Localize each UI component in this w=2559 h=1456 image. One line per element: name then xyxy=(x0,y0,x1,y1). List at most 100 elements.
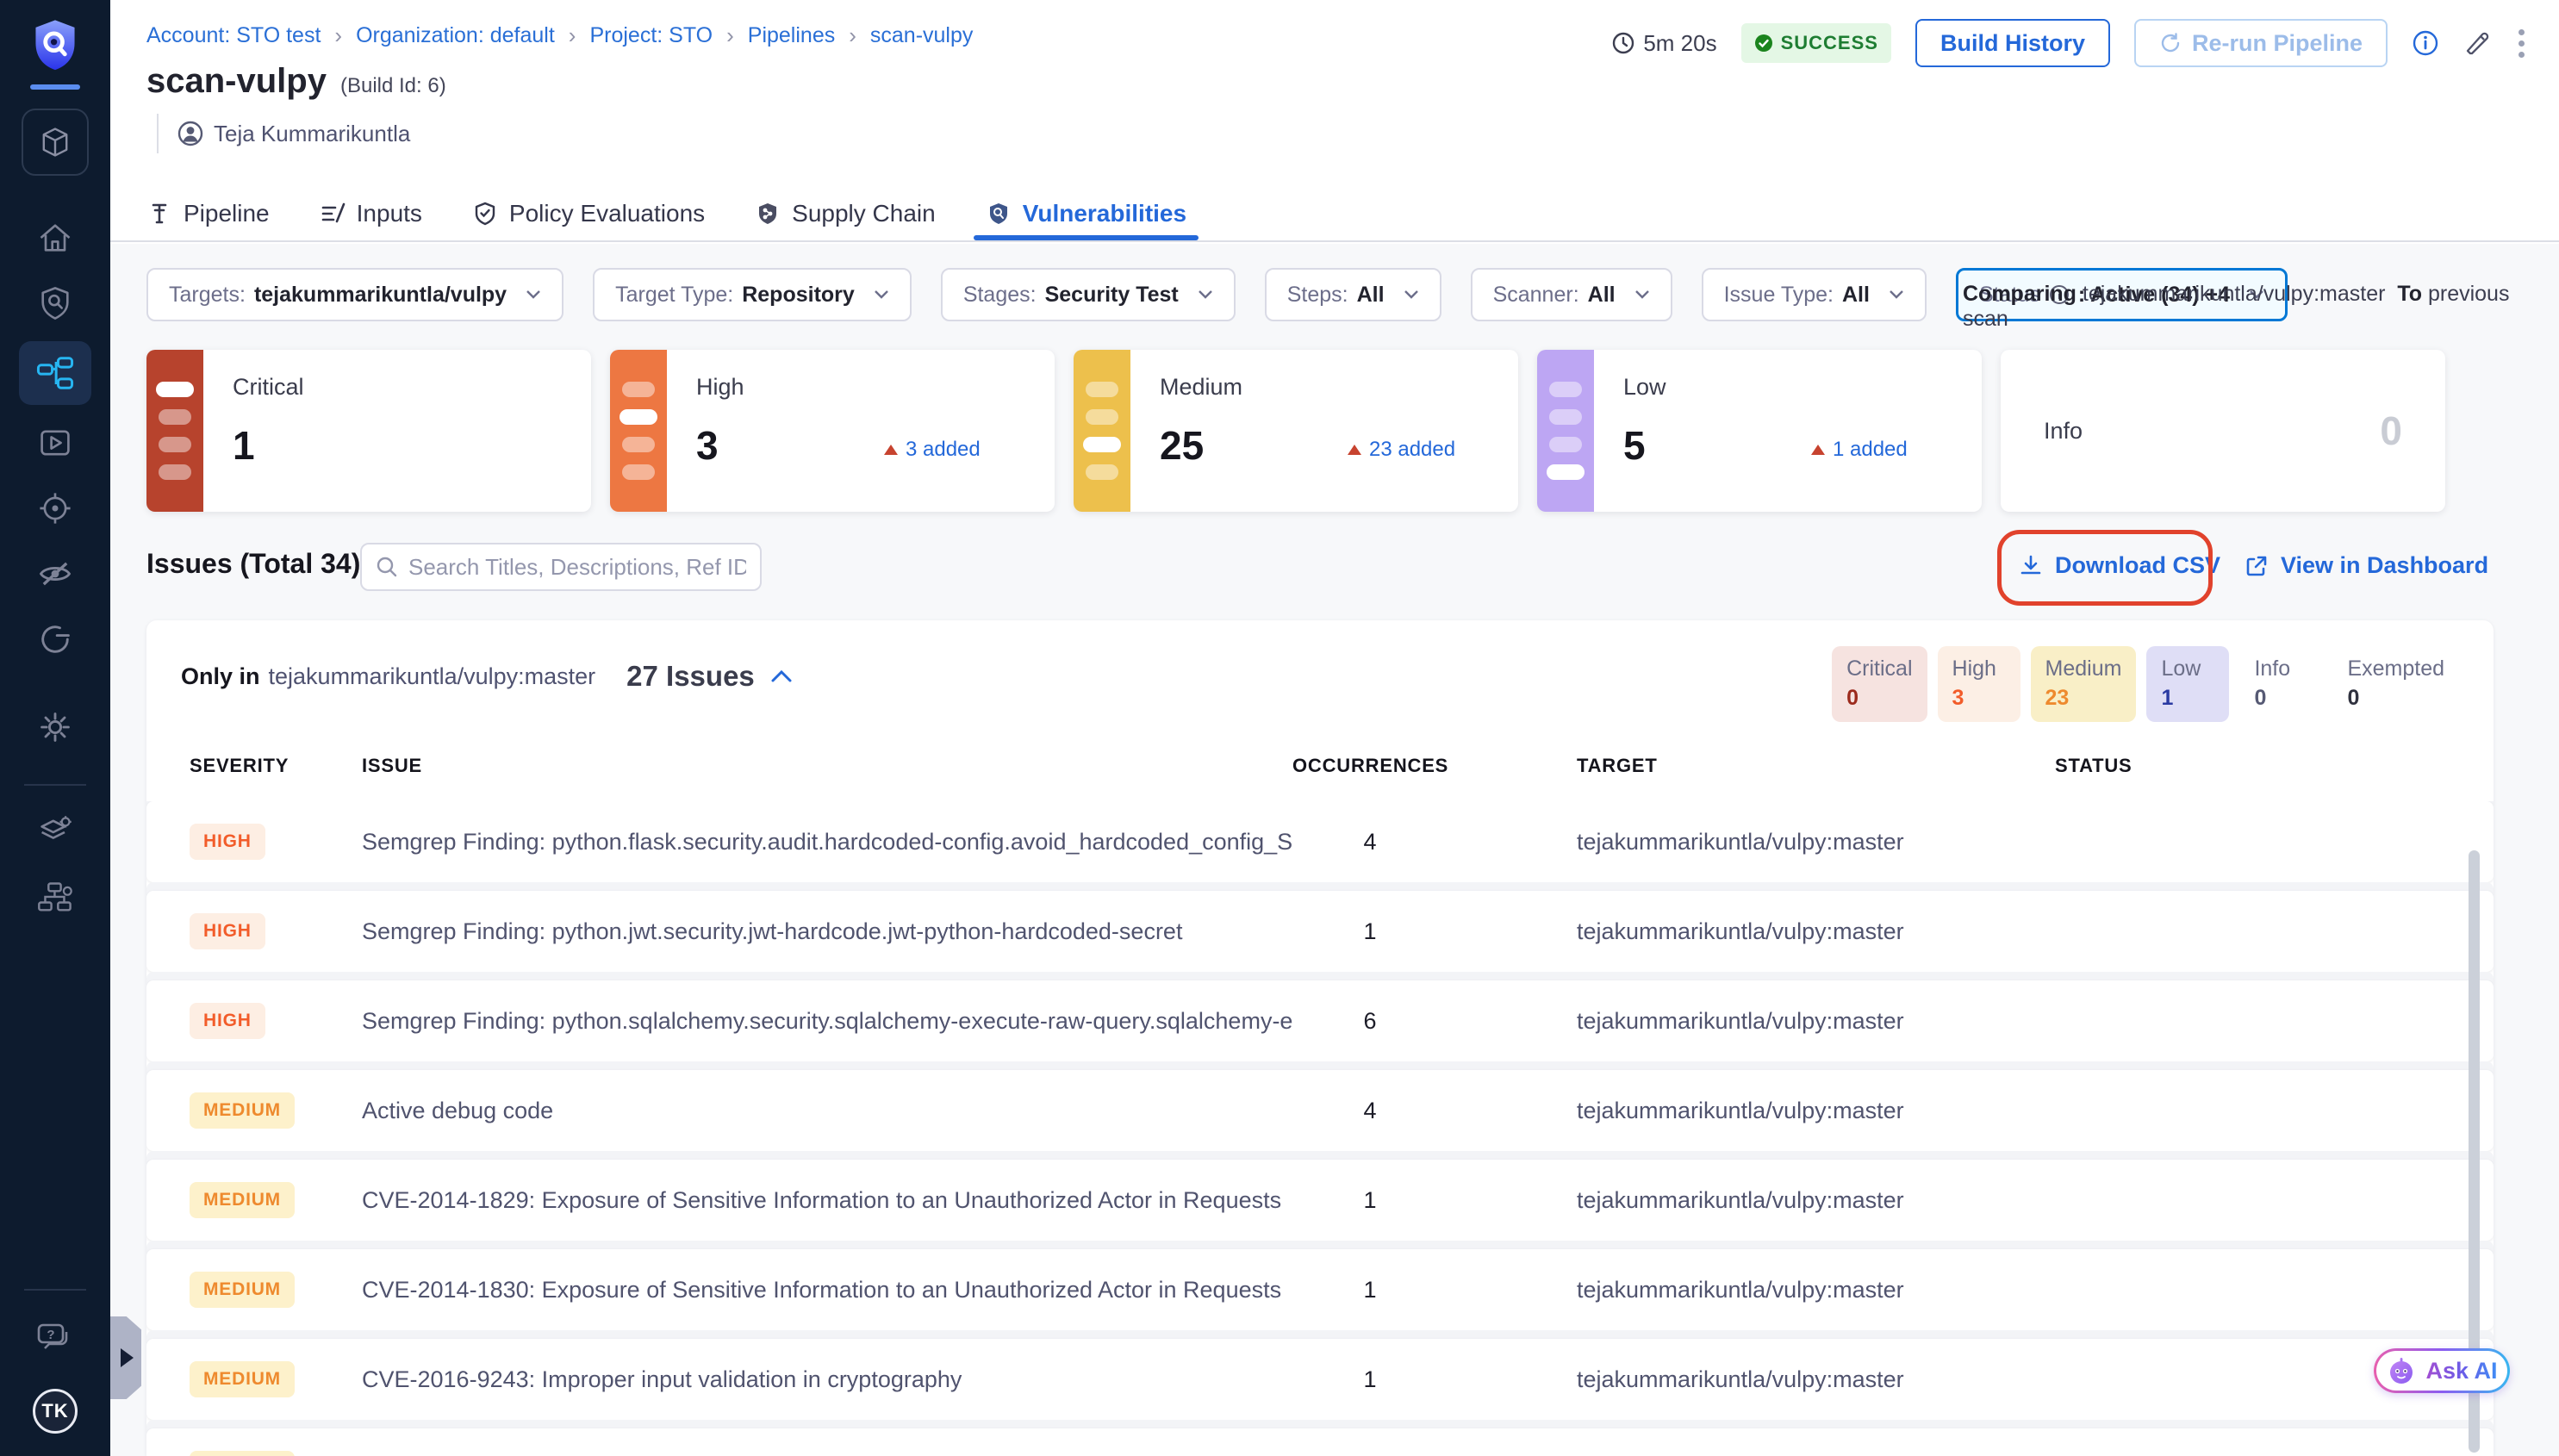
table-row[interactable]: HIGH Semgrep Finding: python.flask.secur… xyxy=(146,801,2494,882)
chip-low[interactable]: Low1 xyxy=(2146,646,2229,722)
search-input[interactable] xyxy=(408,554,746,581)
breadcrumb-pipelines[interactable]: Pipelines xyxy=(748,23,835,48)
issue-title[interactable]: Semgrep Finding: python.jwt.security.jwt… xyxy=(362,918,1292,945)
breadcrumb-account[interactable]: Account: STO test xyxy=(146,23,321,48)
severity-summary-chips: Critical0 High3 Medium23 Low1 Info0 Exem… xyxy=(1832,646,2459,722)
executions-icon xyxy=(36,424,74,462)
filter-stages[interactable]: Stages:Security Test xyxy=(941,268,1236,321)
help-chat-icon: ? xyxy=(35,1320,75,1354)
chevron-down-icon xyxy=(526,289,541,300)
table-row[interactable]: MEDIUM CVE-2017-11424: PyJWT: ... 1 teja… xyxy=(146,1428,2494,1456)
table-row[interactable]: MEDIUM CVE-2014-1830: Exposure of Sensit… xyxy=(146,1249,2494,1330)
issues-table-body: HIGH Semgrep Finding: python.flask.secur… xyxy=(146,801,2494,1456)
table-row[interactable]: MEDIUM CVE-2016-9243: Improper input val… xyxy=(146,1339,2494,1420)
chip-high[interactable]: High3 xyxy=(1938,646,2020,722)
issue-title[interactable]: Semgrep Finding: python.flask.security.a… xyxy=(362,829,1292,856)
sidebar-item-settings[interactable] xyxy=(19,700,91,755)
breadcrumb-organization[interactable]: Organization: default xyxy=(356,23,555,48)
module-selector-button[interactable] xyxy=(22,109,89,176)
tab-supply-chain[interactable]: Supply Chain xyxy=(755,187,936,240)
build-duration: 5m 20s xyxy=(1612,30,1716,57)
build-history-button[interactable]: Build History xyxy=(1915,19,2110,67)
issues-count: 27 Issues xyxy=(626,660,755,693)
harness-sto-logo[interactable] xyxy=(30,19,80,72)
sidebar-item-exemptions[interactable] xyxy=(19,612,91,667)
issue-title[interactable]: CVE-2014-1829: Exposure of Sensitive Inf… xyxy=(362,1187,1292,1214)
sidebar-item-pipelines[interactable] xyxy=(19,341,91,405)
layers-gear-icon xyxy=(36,813,74,851)
breadcrumb-project[interactable]: Project: STO xyxy=(589,23,713,48)
sidebar-expand-handle[interactable] xyxy=(110,1316,141,1399)
added-indicator: 1 added xyxy=(1811,438,1908,462)
triangle-up-icon xyxy=(884,445,898,455)
sidebar-item-baselines[interactable] xyxy=(19,546,91,601)
chip-info[interactable]: Info0 xyxy=(2239,646,2322,722)
filter-scanner[interactable]: Scanner:All xyxy=(1471,268,1672,321)
tab-vulnerabilities[interactable]: Vulnerabilities xyxy=(986,187,1186,240)
table-row[interactable]: HIGH Semgrep Finding: python.sqlalchemy.… xyxy=(146,980,2494,1061)
download-csv-button[interactable]: Download CSV xyxy=(2019,552,2220,579)
triangle-up-icon xyxy=(1811,445,1825,455)
target-icon xyxy=(36,489,74,527)
chip-exempted[interactable]: Exempted0 xyxy=(2332,646,2459,722)
chevron-down-icon xyxy=(1889,289,1904,300)
sidebar-item-org-settings[interactable] xyxy=(19,870,91,925)
occurrences: 4 xyxy=(1292,829,1448,856)
issue-title[interactable]: Semgrep Finding: python.sqlalchemy.secur… xyxy=(362,1008,1292,1035)
user-icon xyxy=(177,121,203,146)
sidebar-item-targets[interactable] xyxy=(19,481,91,536)
table-row[interactable]: MEDIUM Active debug code 4 tejakummariku… xyxy=(146,1070,2494,1151)
rerun-pipeline-button[interactable]: Re-run Pipeline xyxy=(2134,19,2388,67)
severity-badge: MEDIUM xyxy=(190,1182,295,1218)
severity-gauge-medium xyxy=(1074,350,1130,512)
issues-search[interactable] xyxy=(360,543,762,591)
sidebar-item-home[interactable] xyxy=(19,210,91,265)
user-avatar[interactable]: TK xyxy=(33,1389,78,1434)
table-row[interactable]: HIGH Semgrep Finding: python.jwt.securit… xyxy=(146,891,2494,972)
target: tejakummarikuntla/vulpy:master xyxy=(1448,918,1956,945)
chip-medium[interactable]: Medium23 xyxy=(2031,646,2137,722)
table-row[interactable]: MEDIUM CVE-2014-1829: Exposure of Sensit… xyxy=(146,1160,2494,1241)
comparing-info: Comparing tejakummarikuntla/vulpy:master… xyxy=(1963,282,2559,332)
info-icon[interactable] xyxy=(2412,29,2439,57)
tab-policy-evaluations[interactable]: Policy Evaluations xyxy=(472,187,705,240)
issue-title[interactable]: CVE-2014-1830: Exposure of Sensitive Inf… xyxy=(362,1277,1292,1304)
occurrences: 1 xyxy=(1292,1277,1448,1304)
home-icon xyxy=(36,219,74,257)
issue-title[interactable]: Active debug code xyxy=(362,1098,1292,1124)
view-in-dashboard-button[interactable]: View in Dashboard xyxy=(2245,552,2488,579)
filter-steps[interactable]: Steps:All xyxy=(1265,268,1441,321)
occurrences: 1 xyxy=(1292,1187,1448,1214)
card-info[interactable]: Info 0 xyxy=(2001,350,2445,512)
edit-pencil-icon[interactable] xyxy=(2463,29,2491,57)
chevron-down-icon xyxy=(1404,289,1419,300)
card-medium[interactable]: Medium 25 23 added xyxy=(1074,350,1518,512)
sidebar-item-executions[interactable] xyxy=(19,415,91,470)
ask-ai-button[interactable]: Ask AI xyxy=(2374,1348,2510,1393)
card-critical[interactable]: Critical 1 xyxy=(146,350,591,512)
build-id: (Build Id: 6) xyxy=(340,74,446,98)
issue-title[interactable]: CVE-2016-9243: Improper input validation… xyxy=(362,1366,1292,1393)
filter-issue-type[interactable]: Issue Type:All xyxy=(1702,268,1927,321)
status-badge: SUCCESS xyxy=(1741,23,1891,63)
chevron-down-icon xyxy=(874,289,889,300)
sidebar-item-help[interactable]: ? xyxy=(19,1310,91,1365)
pipelines-icon xyxy=(35,353,75,393)
chip-critical[interactable]: Critical0 xyxy=(1832,646,1927,722)
filter-targets[interactable]: Targets:tejakummarikuntla/vulpy xyxy=(146,268,563,321)
sidebar-item-default-settings[interactable] xyxy=(19,805,91,860)
issues-total-title: Issues (Total 34) xyxy=(146,548,360,580)
sidebar-item-overview[interactable] xyxy=(19,276,91,331)
tab-pipeline[interactable]: Pipeline xyxy=(146,187,270,240)
card-low[interactable]: Low 5 1 added xyxy=(1537,350,1982,512)
more-options-menu[interactable] xyxy=(2515,26,2528,61)
issues-panel: Only in tejakummarikuntla/vulpy:master 2… xyxy=(146,620,2494,1456)
breadcrumb-pipeline-name[interactable]: scan-vulpy xyxy=(870,23,974,48)
external-link-icon xyxy=(2245,554,2269,578)
tab-inputs[interactable]: Inputs xyxy=(320,187,422,240)
check-circle-icon xyxy=(1754,34,1773,53)
filter-target-type[interactable]: Target Type:Repository xyxy=(593,268,912,321)
card-high[interactable]: High 3 3 added xyxy=(610,350,1055,512)
chevron-up-icon[interactable] xyxy=(770,669,793,684)
refresh-icon xyxy=(2159,32,2182,54)
